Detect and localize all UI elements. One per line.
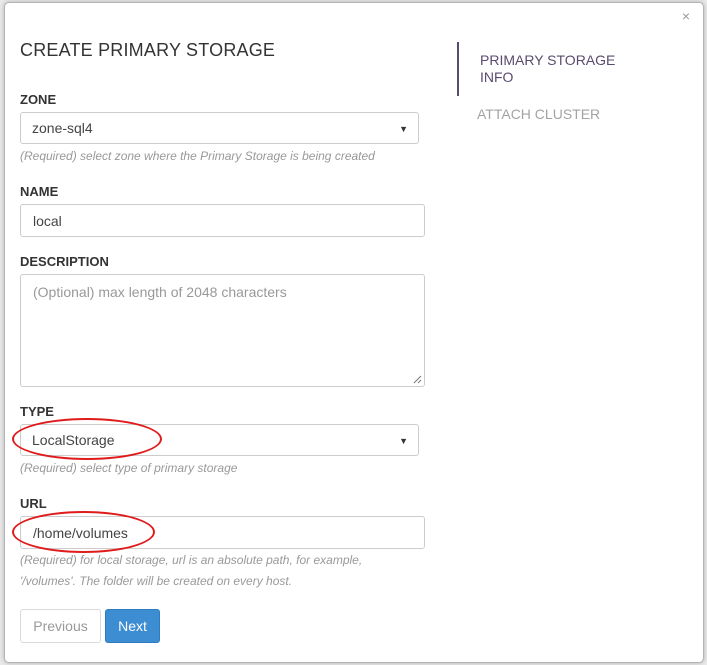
description-textarea[interactable] (20, 274, 425, 387)
resize-grip-icon[interactable] (413, 375, 422, 384)
zone-help-text: (Required) select zone where the Primary… (20, 149, 375, 163)
type-help-text: (Required) select type of primary storag… (20, 461, 238, 475)
create-primary-storage-dialog: × CREATE PRIMARY STORAGE ZONE zone-sql4 … (4, 2, 704, 663)
zone-select[interactable]: zone-sql4 ▼ (20, 112, 419, 144)
url-help-text-line2: '/volumes'. The folder will be created o… (20, 574, 293, 588)
description-label: DESCRIPTION (20, 254, 109, 269)
close-icon[interactable]: × (679, 9, 693, 23)
step-primary-storage-info-label: PRIMARY STORAGE INFO (480, 52, 616, 85)
zone-label: ZONE (20, 92, 57, 107)
next-button[interactable]: Next (105, 609, 160, 643)
name-input[interactable] (20, 204, 425, 237)
name-label: NAME (20, 184, 59, 199)
caret-down-icon: ▼ (399, 436, 408, 446)
zone-select-value: zone-sql4 (32, 120, 93, 136)
type-label: TYPE (20, 404, 54, 419)
caret-down-icon: ▼ (399, 124, 408, 134)
url-input[interactable] (20, 516, 425, 549)
wizard-steps: PRIMARY STORAGE INFO ATTACH CLUSTER (457, 42, 687, 122)
type-select[interactable]: LocalStorage ▼ (20, 424, 419, 456)
type-select-value: LocalStorage (32, 432, 115, 448)
dialog-title: CREATE PRIMARY STORAGE (20, 40, 276, 60)
url-help-text-line1: (Required) for local storage, url is an … (20, 553, 363, 567)
step-attach-cluster[interactable]: ATTACH CLUSTER (477, 106, 600, 122)
previous-button[interactable]: Previous (20, 609, 101, 643)
url-label: URL (20, 496, 47, 511)
step-primary-storage-info[interactable]: PRIMARY STORAGE INFO (457, 42, 640, 96)
